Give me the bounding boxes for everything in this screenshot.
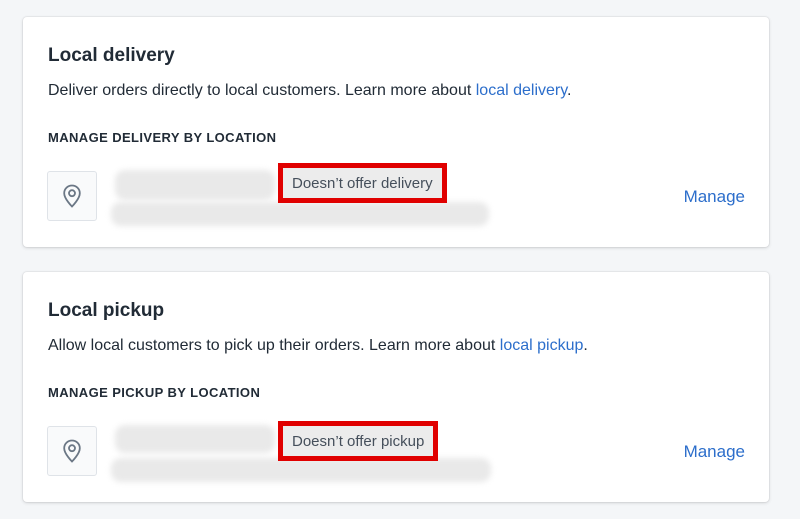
manage-delivery-heading: MANAGE DELIVERY BY LOCATION: [48, 130, 277, 145]
local-pickup-title: Local pickup: [48, 300, 165, 321]
manage-pickup-heading: MANAGE PICKUP BY LOCATION: [48, 385, 261, 400]
delivery-status-badge: Doesn’t offer delivery: [278, 163, 447, 203]
manage-pickup-link[interactable]: Manage: [684, 442, 745, 462]
local-delivery-description: Deliver orders directly to local custome…: [48, 82, 571, 100]
local-delivery-learn-more-link[interactable]: local delivery: [476, 82, 567, 99]
redacted-location-address: [111, 202, 489, 226]
local-delivery-description-period: .: [567, 82, 572, 99]
local-delivery-card: Local delivery Deliver orders directly t…: [23, 17, 769, 247]
redacted-location-address: [111, 458, 491, 482]
map-pin-icon: [47, 426, 97, 476]
local-pickup-card: Local pickup Allow local customers to pi…: [23, 272, 769, 502]
redacted-location-name: [115, 170, 275, 200]
map-pin-icon: [47, 171, 97, 221]
local-pickup-description-period: .: [583, 337, 588, 354]
local-pickup-learn-more-link[interactable]: local pickup: [500, 337, 584, 354]
pickup-status-badge: Doesn’t offer pickup: [278, 421, 439, 461]
local-pickup-description: Allow local customers to pick up their o…: [48, 337, 588, 355]
local-delivery-description-text: Deliver orders directly to local custome…: [48, 82, 476, 99]
local-delivery-title: Local delivery: [48, 45, 175, 66]
redacted-location-name: [115, 425, 275, 453]
local-pickup-description-text: Allow local customers to pick up their o…: [48, 337, 500, 354]
manage-delivery-link[interactable]: Manage: [684, 187, 745, 207]
